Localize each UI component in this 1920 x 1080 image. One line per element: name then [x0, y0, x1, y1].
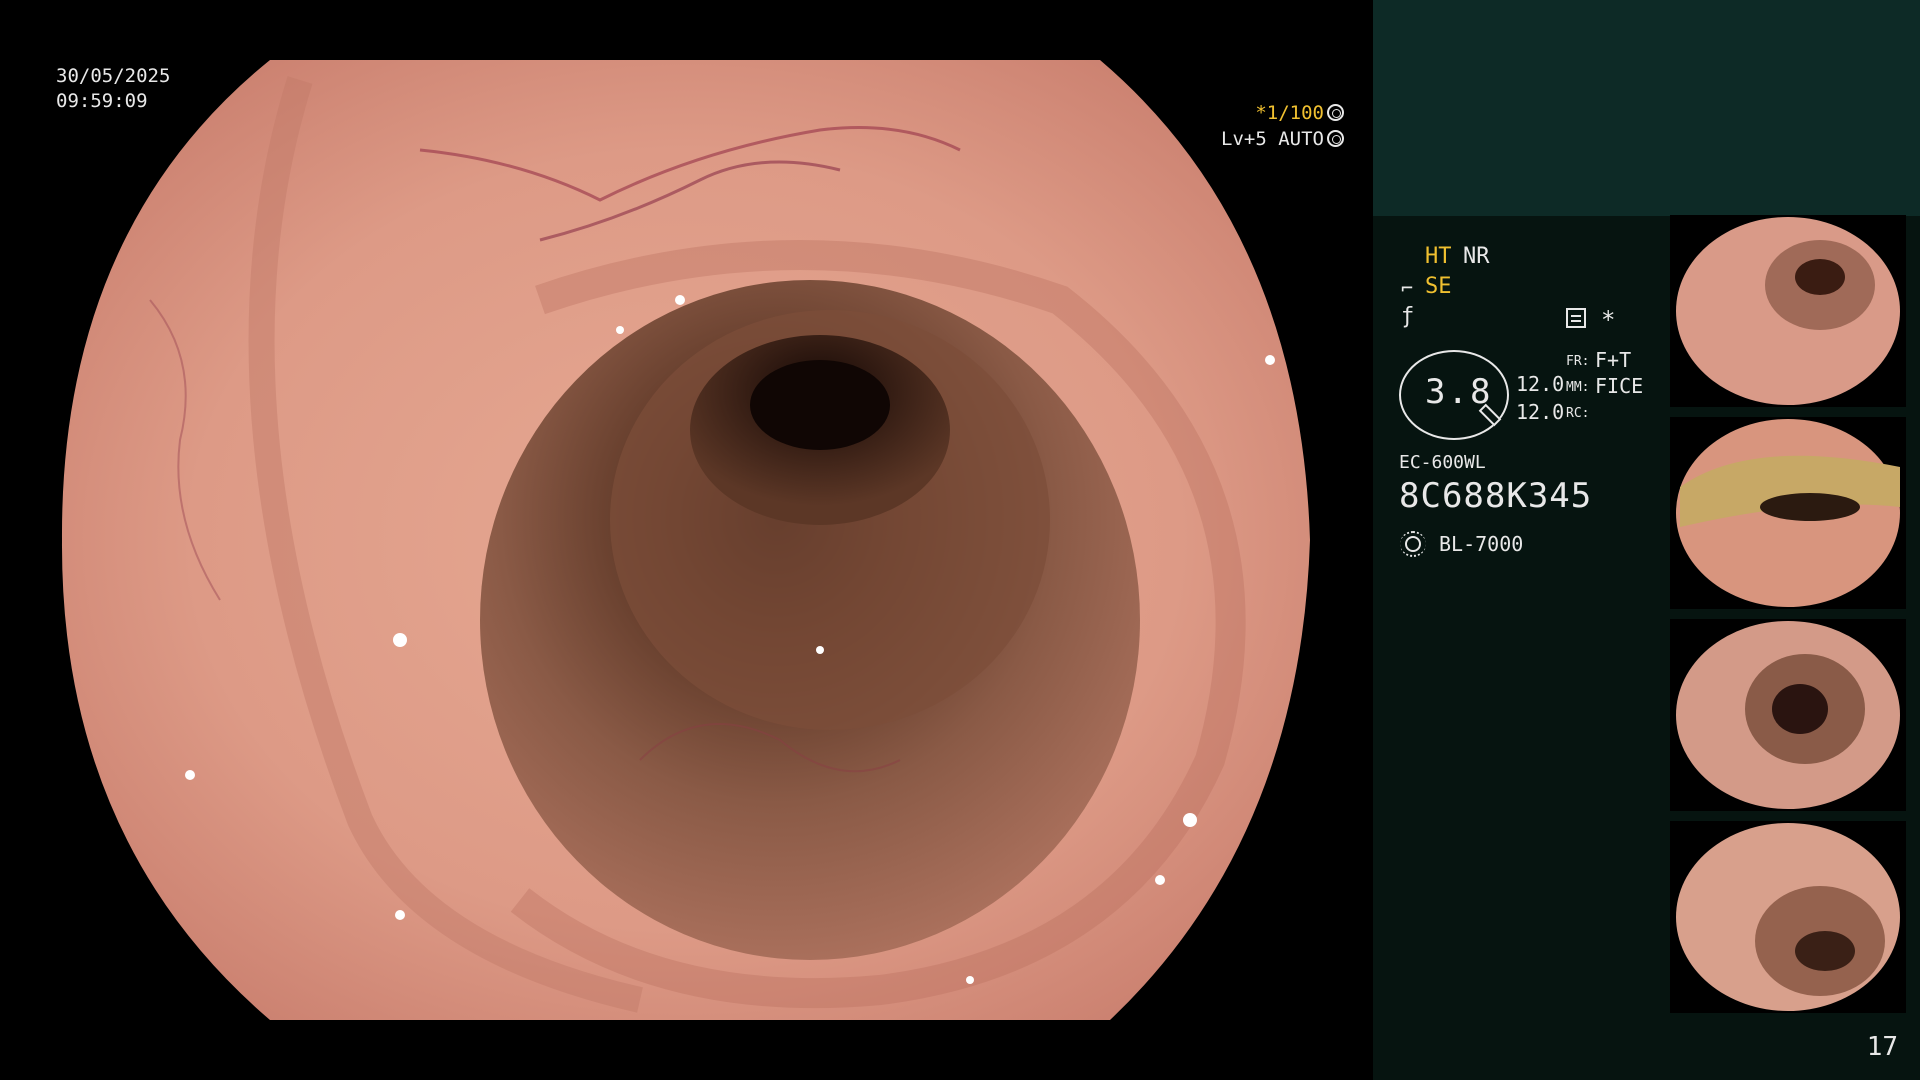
- shutter-icon: [1327, 104, 1344, 121]
- thumbnail-1[interactable]: [1670, 215, 1906, 407]
- asterisk-label: *: [1601, 306, 1616, 334]
- edge-icon: ƒ: [1401, 304, 1415, 329]
- fr-label: FR:: [1566, 354, 1590, 369]
- panel-header-block: [1373, 0, 1920, 216]
- nr-label: NR: [1463, 244, 1490, 269]
- light-source-icon: [1400, 531, 1426, 557]
- thumbnail-3[interactable]: [1670, 619, 1906, 811]
- exposure-settings: *1/100 Lv+5 AUTO: [1144, 100, 1344, 152]
- endoscopic-image: [61, 60, 1311, 1020]
- mm-label: MM:: [1566, 380, 1590, 395]
- thumbnail-strip: [1670, 215, 1920, 1015]
- info-panel: HT NR ⌐ SE ƒ * 3.8 12.0 12.0 FR: F+T MM:…: [1373, 0, 1920, 1080]
- date-label: 30/05/2025: [56, 65, 171, 87]
- light-source-label: BL-7000: [1439, 532, 1524, 556]
- value-a: 12.0: [1516, 372, 1565, 396]
- fr-value: F+T: [1595, 348, 1632, 372]
- mm-value: FICE: [1595, 374, 1644, 398]
- structure-enhance-icon: ⌐: [1401, 276, 1414, 300]
- endoscopic-image-view: 30/05/2025 09:59:09 *1/100 Lv+5 AUTO: [0, 0, 1372, 1080]
- thumbnail-4-image: [1676, 823, 1900, 1011]
- datetime-display: 30/05/2025 09:59:09: [56, 64, 170, 114]
- thumbnail-2[interactable]: [1670, 417, 1906, 609]
- se-label: SE: [1425, 274, 1452, 299]
- endoscopy-screen: 30/05/2025 09:59:09 *1/100 Lv+5 AUTO HT …: [0, 0, 1920, 1080]
- value-b: 12.0: [1516, 400, 1565, 424]
- scope-serial: 8C688K345: [1399, 476, 1593, 516]
- scope-model: EC-600WL: [1399, 452, 1486, 473]
- time-label: 09:59:09: [56, 90, 148, 112]
- thumbnail-3-image: [1676, 621, 1900, 809]
- shutter-label: *1/100: [1255, 102, 1324, 124]
- grid-icon: [1566, 308, 1586, 328]
- rc-label: RC:: [1566, 406, 1590, 421]
- thumbnail-1-image: [1676, 217, 1900, 405]
- iris-icon: [1327, 130, 1344, 147]
- thumbnail-2-image: [1676, 419, 1900, 607]
- iris-label: Lv+5 AUTO: [1221, 128, 1324, 150]
- ht-label: HT: [1425, 244, 1452, 269]
- page-number: 17: [1866, 1032, 1898, 1062]
- thumbnail-4[interactable]: [1670, 821, 1906, 1013]
